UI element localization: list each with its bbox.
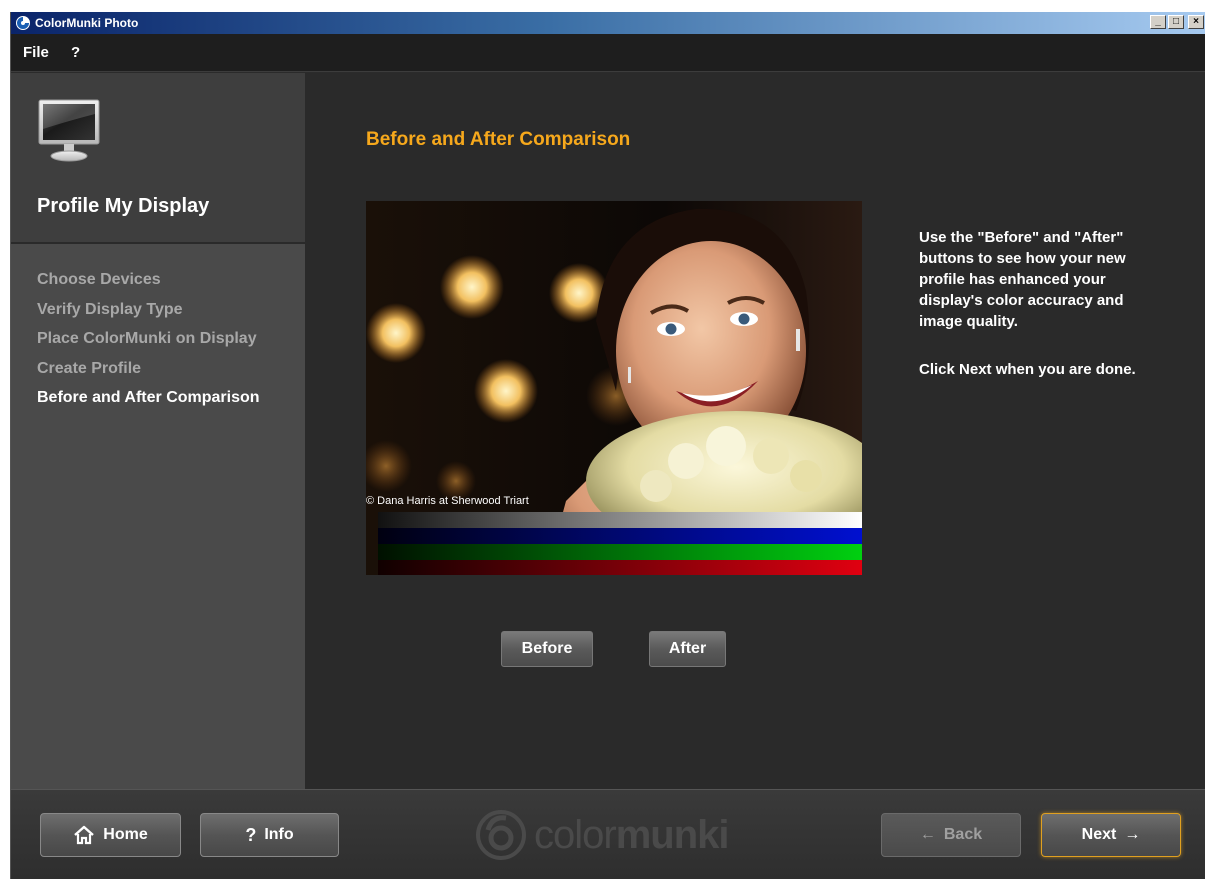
maximize-button[interactable]: □ — [1168, 15, 1184, 29]
instructions-paragraph-1: Use the "Before" and "After" buttons to … — [919, 229, 1126, 330]
info-button[interactable]: ? Info — [200, 813, 339, 857]
step-place-colormunki[interactable]: Place ColorMunki on Display — [37, 329, 260, 359]
next-button[interactable]: Next → — [1041, 813, 1181, 857]
comparison-photo: © Dana Harris at Sherwood Triart — [366, 201, 862, 575]
question-icon: ? — [245, 824, 257, 845]
menu-help[interactable]: ? — [71, 44, 80, 61]
close-button[interactable]: × — [1188, 15, 1204, 29]
page-title: Before and After Comparison — [366, 129, 631, 150]
instructions-text: Use the "Before" and "After" buttons to … — [919, 227, 1159, 380]
minimize-button[interactable]: _ — [1150, 15, 1166, 29]
menu-bar: File ? — [11, 34, 1205, 72]
colormunki-logo: colormunki — [476, 808, 729, 862]
app-window: ColorMunki Photo _ □ × File ? Profile My… — [10, 12, 1205, 879]
white-gradient-bar — [378, 512, 862, 528]
sidebar: Profile My Display Choose Devices Verify… — [11, 73, 305, 789]
window-controls: _ □ × — [1150, 15, 1204, 29]
arrow-right-icon: → — [1124, 826, 1141, 843]
green-gradient-bar — [378, 544, 862, 560]
colormunki-logo-icon — [476, 810, 526, 860]
step-choose-devices[interactable]: Choose Devices — [37, 270, 260, 300]
footer-bar: Home ? Info colormunki ← Back Next → — [11, 789, 1205, 879]
color-bars — [378, 512, 862, 575]
home-button[interactable]: Home — [40, 813, 181, 857]
sidebar-header: Profile My Display — [11, 73, 305, 244]
back-button[interactable]: ← Back — [881, 813, 1021, 857]
step-verify-display-type[interactable]: Verify Display Type — [37, 300, 260, 330]
step-before-after-comparison[interactable]: Before and After Comparison — [37, 388, 260, 418]
arrow-left-icon: ← — [919, 826, 936, 843]
before-button[interactable]: Before — [501, 631, 593, 667]
blue-gradient-bar — [378, 528, 862, 544]
colormunki-app-icon — [16, 16, 30, 30]
after-button[interactable]: After — [649, 631, 726, 667]
red-gradient-bar — [378, 560, 862, 575]
step-create-profile[interactable]: Create Profile — [37, 359, 260, 389]
home-icon — [74, 825, 95, 845]
window-title: ColorMunki Photo — [35, 16, 139, 30]
title-bar[interactable]: ColorMunki Photo _ □ × — [11, 12, 1205, 34]
wizard-steps: Choose Devices Verify Display Type Place… — [37, 270, 260, 418]
colormunki-logo-text: colormunki — [534, 812, 729, 857]
info-button-label: Info — [264, 826, 294, 843]
monitor-icon — [38, 99, 100, 162]
next-button-label: Next — [1081, 826, 1117, 843]
menu-file[interactable]: File — [23, 44, 49, 61]
instructions-paragraph-2: Click Next when you are done. — [919, 361, 1136, 378]
main-content: Before and After Comparison © Dana Harri… — [305, 73, 1205, 789]
sidebar-title: Profile My Display — [37, 195, 210, 217]
photo-credit: © Dana Harris at Sherwood Triart — [366, 495, 529, 507]
back-button-label: Back — [943, 826, 983, 843]
home-button-label: Home — [103, 826, 148, 843]
